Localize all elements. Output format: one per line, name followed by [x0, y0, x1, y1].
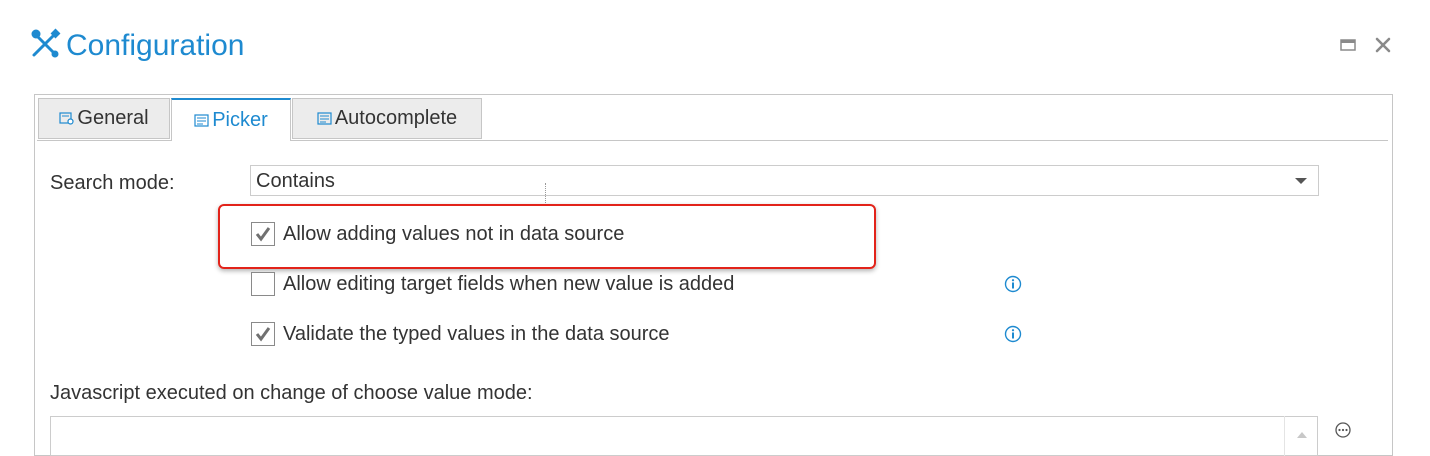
close-icon[interactable]: [1372, 34, 1394, 56]
javascript-label: Javascript executed on change of choose …: [50, 382, 533, 404]
validate-checkbox[interactable]: [251, 322, 275, 346]
option-allow-adding: Allow adding values not in data source: [251, 220, 624, 248]
list-form-icon: [194, 114, 209, 127]
more-options-icon[interactable]: [1334, 421, 1352, 439]
allow-editing-label: Allow editing target fields when new val…: [283, 272, 735, 295]
dropdown-arrow-icon[interactable]: [1295, 178, 1307, 184]
search-mode-value: Contains: [256, 170, 335, 192]
info-icon[interactable]: [1004, 325, 1022, 343]
scroll-up-arrow-icon[interactable]: [1284, 416, 1318, 456]
list-form-icon: [317, 112, 332, 125]
option-allow-editing: Allow editing target fields when new val…: [251, 270, 734, 298]
dialog-title: Configuration: [66, 29, 245, 62]
checkmark-icon: [255, 327, 271, 342]
search-mode-select[interactable]: Contains: [250, 165, 1319, 196]
tab-general-label: General: [77, 107, 149, 129]
tools-icon: [31, 28, 61, 58]
tab-general[interactable]: General: [38, 98, 170, 139]
allow-adding-checkbox[interactable]: [251, 222, 275, 246]
tab-picker[interactable]: Picker: [171, 98, 291, 141]
validate-label: Validate the typed values in the data so…: [283, 322, 670, 345]
allow-editing-checkbox[interactable]: [251, 272, 275, 296]
option-validate: Validate the typed values in the data so…: [251, 320, 670, 348]
tab-autocomplete-label: Autocomplete: [334, 107, 458, 129]
tab-autocomplete[interactable]: Autocomplete: [292, 98, 482, 139]
tab-picker-label: Picker: [212, 109, 268, 131]
settings-page-icon: [59, 112, 75, 125]
search-mode-label: Search mode:: [50, 172, 175, 194]
checkmark-icon: [255, 227, 271, 242]
allow-adding-label: Allow adding values not in data source: [283, 222, 625, 245]
info-icon[interactable]: [1004, 275, 1022, 293]
maximize-icon[interactable]: [1337, 34, 1359, 56]
resize-guide: [545, 183, 546, 205]
javascript-editor[interactable]: [50, 416, 1318, 456]
